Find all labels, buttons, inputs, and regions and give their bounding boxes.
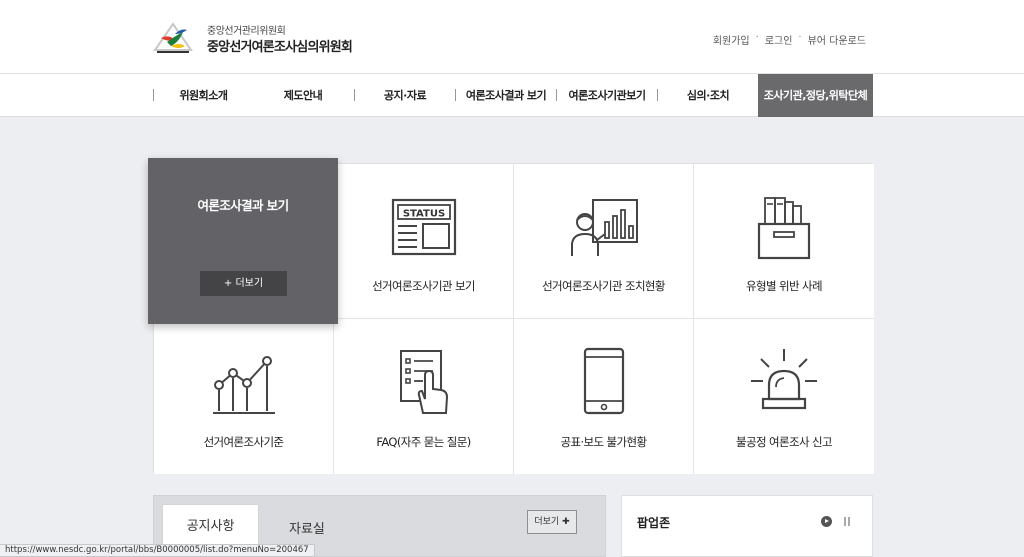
play-icon[interactable]: [821, 516, 832, 527]
siren-icon: [751, 349, 817, 410]
tile-violation-cases[interactable]: 유형별 위반 사례: [694, 164, 874, 319]
status-label: STATUS: [402, 209, 444, 220]
popup-zone: 팝업존: [621, 495, 873, 557]
tile-unfair-poll-report[interactable]: 불공정 여론조사 신고: [694, 319, 874, 474]
more-button[interactable]: + 더보기: [200, 271, 287, 296]
tile-label: FAQ(자주 묻는 질문): [376, 435, 471, 449]
utility-links: 회원가입 · 로그인 · 뷰어 다운로드: [713, 32, 866, 47]
notice-more-button[interactable]: 더보기 ✚: [527, 510, 577, 534]
tab-archive[interactable]: 자료실: [289, 518, 325, 537]
tile-poll-agencies[interactable]: STATUS 선거여론조사기관 보기: [334, 164, 514, 319]
nav-poll-agencies[interactable]: 여론조사기관보기: [557, 74, 657, 117]
signup-link[interactable]: 회원가입: [713, 32, 750, 47]
tile-label: 공표·보도 불가현황: [560, 435, 648, 449]
separator-dot: ·: [755, 32, 759, 43]
tile-agency-actions[interactable]: 선거여론조사기관 조치현황: [514, 164, 694, 319]
org-subtitle: 중앙선거관리위원회: [207, 26, 286, 37]
feature-title: 여론조사결과 보기: [197, 198, 290, 213]
tile-label: 불공정 여론조사 신고: [736, 435, 833, 449]
checklist-hand-icon: [399, 350, 448, 414]
tile-poll-standards[interactable]: 선거여론조사기준: [154, 319, 334, 474]
tile-label: 선거여론조사기관 조치현황: [542, 279, 665, 293]
nav-review-actions[interactable]: 심의·조치: [658, 74, 758, 117]
tile-label: 선거여론조사기준: [203, 435, 284, 449]
nav-agencies-parties[interactable]: 조사기관,정당,위탁단체: [758, 74, 873, 117]
nav-system-guide[interactable]: 제도안내: [252, 74, 354, 117]
line-chart-icon: [212, 356, 275, 414]
tile-label: 유형별 위반 사례: [746, 279, 823, 293]
feature-poll-results[interactable]: 여론조사결과 보기 + 더보기: [148, 158, 338, 324]
archive-box-icon: [757, 197, 811, 260]
popup-zone-title: 팝업존: [637, 516, 671, 530]
election-commission-logo-icon[interactable]: [153, 20, 193, 56]
separator-dot: ·: [798, 32, 802, 43]
tile-publication-ban[interactable]: 공표·보도 불가현황: [514, 319, 694, 474]
main-navigation: 위원회소개 제도안내 공지·자료 여론조사결과 보기 여론조사기관보기 심의·조…: [0, 74, 1024, 117]
presenter-chart-icon: [570, 199, 638, 256]
status-board-icon: STATUS: [391, 198, 456, 256]
login-link[interactable]: 로그인: [765, 32, 793, 47]
pause-icon[interactable]: [842, 516, 852, 527]
org-title[interactable]: 중앙선거여론조사심의위원회: [207, 36, 353, 55]
nav-committee-intro[interactable]: 위원회소개: [155, 74, 252, 117]
tile-label: 선거여론조사기관 보기: [372, 279, 475, 293]
nav-divider: [153, 89, 154, 101]
site-header: 중앙선거관리위원회 중앙선거여론조사심의위원회 회원가입 · 로그인 · 뷰어 …: [0, 0, 1024, 74]
browser-status-url: https://www.nesdc.go.kr/portal/bbs/B0000…: [0, 544, 315, 557]
nav-notices-materials[interactable]: 공지·자료: [355, 74, 455, 117]
smartphone-icon: [583, 347, 624, 415]
nav-poll-results[interactable]: 여론조사결과 보기: [456, 74, 556, 117]
tile-faq[interactable]: FAQ(자주 묻는 질문): [334, 319, 514, 474]
viewer-download-link[interactable]: 뷰어 다운로드: [808, 32, 866, 47]
